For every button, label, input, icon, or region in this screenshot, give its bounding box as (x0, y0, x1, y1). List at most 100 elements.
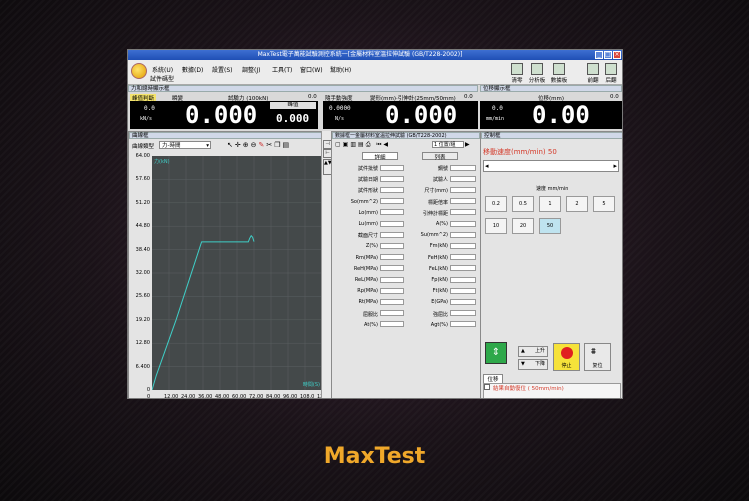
form-field-label: A(%) (435, 221, 448, 227)
menu-item[interactable]: 工具(T) (272, 65, 292, 74)
form-field-input[interactable] (450, 287, 476, 294)
speed-button[interactable]: 20 (512, 218, 534, 234)
plot-area: 力(kN) 時間(S) (151, 156, 322, 391)
disp-value: 0.00 (532, 101, 590, 129)
menu-item[interactable]: 幫助(H) (330, 65, 351, 74)
form-field-input[interactable] (380, 220, 404, 227)
speed-slider[interactable]: ◂ ▸ (483, 160, 619, 172)
curve-tool-icons[interactable]: ↖✛⊕⊖✎✂❐▤ (227, 141, 291, 149)
menu-item[interactable]: 數據(D) (182, 65, 203, 74)
menu-item[interactable]: 系統(U) (152, 65, 173, 74)
form-field-input[interactable] (380, 209, 404, 216)
form-field-input[interactable] (450, 220, 476, 227)
crosshair-icon[interactable]: ✛ (235, 141, 243, 149)
form-field-input[interactable] (450, 209, 476, 216)
form-field-input[interactable] (380, 310, 404, 317)
form-field-label: Z(%) (365, 243, 378, 250)
form-field-input[interactable] (380, 175, 404, 182)
form-field-input[interactable] (450, 310, 476, 317)
tab-displacement[interactable]: 位移 (483, 374, 503, 383)
form-field-input[interactable] (380, 231, 404, 238)
form-field-input[interactable] (450, 254, 476, 261)
curve-type-select[interactable]: 力-時間 ▾ (159, 141, 211, 149)
control-title: 控制框 (481, 132, 622, 139)
new-icon[interactable]: ▢ (335, 141, 343, 148)
force-value: 0.000 (185, 101, 258, 129)
toolbar-button-label: 分析板 (528, 78, 546, 84)
toolbar-button[interactable]: 分析板 (526, 63, 548, 84)
maximize-button[interactable]: □ (604, 51, 612, 59)
print-icon[interactable]: ▤ (283, 141, 292, 149)
toolbar-icon (587, 63, 599, 75)
form-field-input[interactable] (450, 265, 476, 272)
up-button[interactable]: ▲ 上升 (518, 346, 548, 357)
close-button[interactable]: × (613, 51, 621, 59)
toolbar-button-label: 清零 (511, 78, 523, 84)
toolbar-button[interactable]: 數據板 (548, 63, 570, 84)
toolbar-button[interactable]: 后翻 (600, 63, 622, 84)
form-field-input[interactable] (380, 242, 404, 249)
menu-item[interactable]: 調整(J) (242, 65, 260, 74)
peak-title: 峰值 (270, 102, 316, 109)
speed-header: 速度 mm/min (536, 186, 569, 192)
speed-button[interactable]: 5 (593, 196, 615, 212)
form-field-label: So(mm^2) (350, 198, 378, 205)
window-title: MaxTest電子萬能試驗測控系統一[金屬材料室溫拉伸試驗 (GB/T228-2… (257, 51, 463, 58)
form-field-input[interactable] (380, 254, 404, 261)
form-field-input[interactable] (380, 321, 404, 328)
form-field-input[interactable] (380, 298, 404, 305)
form-field-label: 鋼號 (437, 166, 448, 172)
record-nav-field[interactable]: 1 位置/組 (432, 141, 464, 148)
speed-button[interactable]: 0.5 (512, 196, 534, 212)
next-record-icon[interactable]: ▶ (465, 141, 470, 148)
menu-item[interactable]: 窗口(W) (300, 65, 323, 74)
jog-toggle-button[interactable]: ⇕ (485, 342, 507, 364)
speed-button[interactable]: 50 (539, 218, 561, 234)
stop-button[interactable]: 停止 (553, 343, 580, 371)
print-icon[interactable]: ⎙ (366, 141, 373, 148)
form-field-label: FeH(kN) (428, 254, 448, 261)
y-tick-label: 57.60 (135, 176, 150, 183)
tab-detail[interactable]: 詳細 (362, 152, 398, 161)
minimize-button[interactable]: _ (595, 51, 603, 59)
slider-right-icon[interactable]: ▸ (613, 162, 617, 170)
down-button[interactable]: ▼ 下降 (518, 359, 548, 370)
disp-rate-unit: mm/min (486, 116, 505, 122)
form-field-input[interactable] (380, 287, 404, 294)
form-field-input[interactable] (450, 198, 476, 205)
menu-item[interactable]: 設置(S) (212, 65, 233, 74)
copy-icon[interactable]: ❐ (274, 141, 282, 149)
form-field-input[interactable] (450, 186, 476, 193)
form-field-input[interactable] (450, 231, 476, 238)
cursor-icon[interactable]: ↖ (227, 141, 235, 149)
slider-left-icon[interactable]: ◂ (485, 162, 489, 170)
speed-button[interactable]: 0.2 (485, 196, 507, 212)
form-field-input[interactable] (380, 276, 404, 283)
speed-button[interactable]: 10 (485, 218, 507, 234)
form-field-input[interactable] (450, 321, 476, 328)
auto-return-checkbox[interactable] (484, 384, 490, 390)
save-icon[interactable]: ▥ (350, 141, 358, 148)
form-field-input[interactable] (380, 265, 404, 272)
deform-zero-value: 0.0 (464, 94, 473, 100)
speed-button[interactable]: 1 (539, 196, 561, 212)
force-zero-value: 0.0 (308, 94, 317, 100)
form-field-label: E(GPa) (431, 299, 448, 306)
toolbar-button[interactable]: 清零 (506, 63, 528, 84)
form-field-input[interactable] (380, 186, 404, 193)
zoom-out-icon[interactable]: ⊖ (251, 141, 259, 149)
prev-record-icon[interactable]: ◀ (383, 141, 390, 148)
form-field-label: At(%) (364, 321, 378, 328)
form-field-input[interactable] (450, 242, 476, 249)
form-field-input[interactable] (450, 175, 476, 182)
form-field-input[interactable] (380, 164, 404, 171)
tab-list[interactable]: 列表 (422, 152, 458, 161)
form-field-input[interactable] (380, 198, 404, 205)
form-field-input[interactable] (450, 164, 476, 171)
speed-button[interactable]: 2 (566, 196, 588, 212)
list-icon[interactable]: ▤ (358, 141, 366, 148)
zoom-in-icon[interactable]: ⊕ (243, 141, 251, 149)
form-field-input[interactable] (450, 276, 476, 283)
form-field-input[interactable] (450, 298, 476, 305)
reset-button[interactable]: ⩩ 复位 (584, 343, 611, 371)
